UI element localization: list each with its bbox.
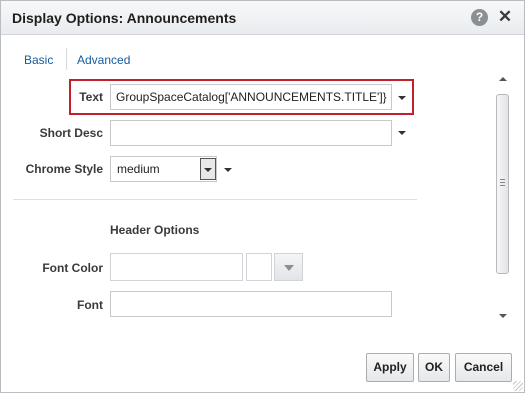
text-dropdown-icon[interactable] bbox=[398, 96, 406, 100]
chevron-down-icon bbox=[204, 168, 212, 172]
header-options-title: Header Options bbox=[110, 223, 200, 237]
section-divider bbox=[13, 199, 417, 200]
font-color-swatch bbox=[246, 253, 272, 281]
grip-icon bbox=[500, 179, 505, 186]
font-input[interactable] bbox=[110, 291, 392, 317]
close-icon[interactable]: ✕ bbox=[497, 6, 513, 26]
vertical-scrollbar[interactable] bbox=[494, 74, 512, 324]
chrome-style-select-button[interactable] bbox=[200, 158, 216, 180]
tab-basic[interactable]: Basic bbox=[24, 53, 53, 67]
font-color-label: Font Color bbox=[42, 261, 103, 275]
dialog-title: Display Options: Announcements bbox=[12, 10, 237, 26]
chevron-down-icon bbox=[284, 265, 294, 271]
scroll-down-icon[interactable] bbox=[499, 314, 507, 318]
tab-separator bbox=[66, 48, 67, 70]
cancel-button[interactable]: Cancel bbox=[455, 353, 512, 382]
font-color-picker-button[interactable] bbox=[274, 253, 303, 281]
text-label: Text bbox=[79, 90, 103, 104]
font-color-input[interactable] bbox=[110, 253, 243, 281]
tab-advanced[interactable]: Advanced bbox=[77, 53, 130, 67]
apply-button[interactable]: Apply bbox=[366, 353, 414, 382]
scrollbar-thumb[interactable] bbox=[496, 94, 509, 274]
font-label: Font bbox=[77, 298, 103, 312]
resize-grip-icon[interactable] bbox=[513, 381, 523, 391]
ok-button[interactable]: OK bbox=[418, 353, 450, 382]
short-desc-dropdown-icon[interactable] bbox=[398, 131, 406, 135]
short-desc-label: Short Desc bbox=[39, 126, 103, 140]
chrome-style-label: Chrome Style bbox=[25, 162, 103, 176]
chrome-style-dropdown-icon[interactable] bbox=[224, 168, 232, 172]
scroll-up-icon[interactable] bbox=[499, 77, 507, 81]
display-options-dialog: Display Options: Announcements ? ✕ Basic… bbox=[0, 0, 525, 393]
short-desc-input[interactable] bbox=[110, 120, 392, 146]
dialog-titlebar[interactable]: Display Options: Announcements ? ✕ bbox=[1, 1, 524, 35]
text-input[interactable]: GroupSpaceCatalog['ANNOUNCEMENTS.TITLE']… bbox=[110, 84, 392, 110]
chrome-style-value: medium bbox=[117, 162, 160, 176]
help-icon[interactable]: ? bbox=[471, 9, 488, 26]
